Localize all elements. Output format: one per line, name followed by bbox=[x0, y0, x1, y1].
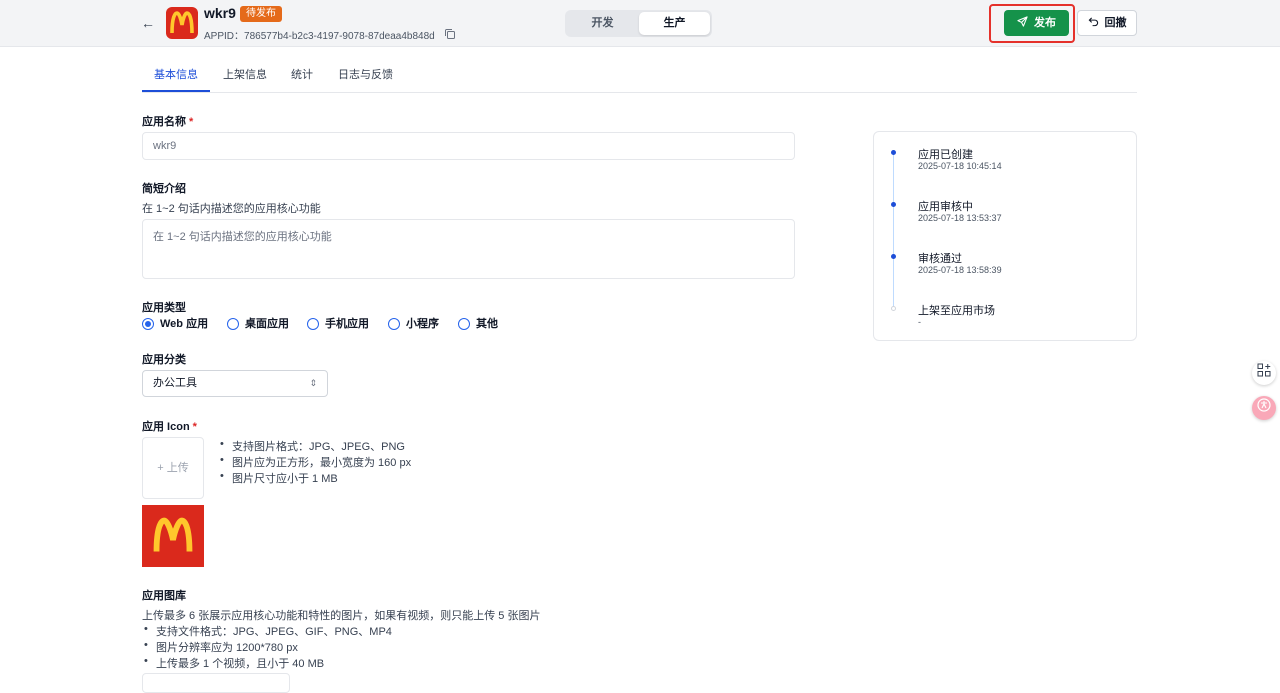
golden-arches-icon bbox=[153, 517, 193, 552]
app-name-input[interactable]: wkr9 bbox=[142, 132, 795, 160]
uploaded-icon-preview[interactable] bbox=[142, 505, 204, 567]
intro-help: 在 1~2 句话内描述您的应用核心功能 bbox=[142, 203, 321, 215]
radio-dot bbox=[458, 318, 470, 330]
undo-icon bbox=[1088, 17, 1098, 27]
timeline-dot bbox=[891, 150, 896, 155]
radio-dot bbox=[227, 318, 239, 330]
timeline-time: 2025-07-18 10:45:14 bbox=[918, 161, 1002, 171]
timeline-dot bbox=[891, 202, 896, 207]
category-select[interactable]: 办公工具 ⇕ bbox=[142, 370, 328, 397]
gallery-upload-box[interactable] bbox=[142, 673, 290, 693]
chevron-updown-icon: ⇕ bbox=[309, 378, 317, 388]
timeline-dot bbox=[891, 254, 896, 259]
icon-rule: 图片应为正方形，最小宽度为 160 px bbox=[218, 454, 411, 470]
top-header: ← wkr9 待发布 APPID：786577b4-b2c3-4197-9078… bbox=[0, 0, 1280, 47]
app-logo bbox=[166, 7, 198, 39]
tab-stats[interactable]: 统计 bbox=[291, 66, 313, 82]
radio-desktop[interactable]: 桌面应用 bbox=[227, 317, 289, 331]
gallery-rule: 上传最多 1 个视频，且小于 40 MB bbox=[142, 655, 324, 671]
icon-upload-button[interactable]: + 上传 bbox=[142, 437, 204, 499]
gallery-rule: 图片分辨率应为 1200*780 px bbox=[142, 639, 298, 655]
publish-label: 发布 bbox=[1034, 17, 1056, 29]
timeline-title: 应用审核中 bbox=[918, 201, 973, 213]
env-switch: 开发 生产 bbox=[565, 10, 712, 37]
radio-mobile[interactable]: 手机应用 bbox=[307, 317, 369, 331]
translate-icon[interactable] bbox=[1252, 396, 1276, 420]
env-tab-dev[interactable]: 开发 bbox=[567, 12, 638, 35]
timeline-time: 2025-07-18 13:58:39 bbox=[918, 265, 1002, 275]
active-tab-indicator bbox=[142, 90, 210, 92]
timeline-dot bbox=[891, 306, 896, 311]
grid-plus-icon[interactable] bbox=[1252, 361, 1276, 385]
timeline-time: - bbox=[918, 317, 921, 327]
publish-button[interactable]: 发布 bbox=[1004, 10, 1069, 36]
radio-miniprogram[interactable]: 小程序 bbox=[388, 317, 439, 331]
tab-logs-feedback[interactable]: 日志与反馈 bbox=[338, 66, 393, 82]
gallery-label: 应用图库 bbox=[142, 590, 186, 602]
section-tabs: 基本信息 上架信息 统计 日志与反馈 bbox=[142, 58, 1137, 93]
icon-rule: 图片尺寸应小于 1 MB bbox=[218, 470, 338, 486]
gallery-help: 上传最多 6 张展示应用核心功能和特性的图片，如果有视频，则只能上传 5 张图片 bbox=[142, 610, 541, 622]
timeline-title: 审核通过 bbox=[918, 253, 962, 265]
category-label: 应用分类 bbox=[142, 354, 186, 366]
radio-other[interactable]: 其他 bbox=[458, 317, 498, 331]
intro-label: 简短介绍 bbox=[142, 183, 186, 195]
radio-dot bbox=[388, 318, 400, 330]
radio-dot bbox=[307, 318, 319, 330]
golden-arches-icon bbox=[170, 11, 194, 34]
back-arrow-icon[interactable]: ← bbox=[140, 14, 156, 32]
type-label: 应用类型 bbox=[142, 302, 186, 314]
app-id: APPID：786577b4-b2c3-4197-9078-87deaa4b84… bbox=[204, 31, 435, 42]
tab-listing-info[interactable]: 上架信息 bbox=[223, 66, 267, 82]
category-value: 办公工具 bbox=[153, 377, 197, 389]
app-name-label: 应用名称 * bbox=[142, 116, 194, 128]
status-badge: 待发布 bbox=[240, 6, 282, 22]
icon-label: 应用 Icon * bbox=[142, 421, 197, 433]
rollback-button[interactable]: 回撤 bbox=[1077, 10, 1137, 36]
status-timeline: 应用已创建 2025-07-18 10:45:14 应用审核中 2025-07-… bbox=[873, 131, 1137, 341]
timeline-time: 2025-07-18 13:53:37 bbox=[918, 213, 1002, 223]
intro-textarea[interactable]: 在 1~2 句话内描述您的应用核心功能 bbox=[142, 219, 795, 279]
icon-rule: 支持图片格式：JPG、JPEG、PNG bbox=[218, 438, 405, 454]
timeline-title: 上架至应用市场 bbox=[918, 305, 995, 317]
app-name: wkr9 bbox=[204, 5, 236, 21]
timeline-line bbox=[893, 152, 894, 308]
rollback-label: 回撤 bbox=[1104, 17, 1127, 29]
radio-dot bbox=[142, 318, 154, 330]
copy-icon[interactable] bbox=[444, 27, 456, 39]
send-icon bbox=[1017, 16, 1028, 27]
radio-web[interactable]: Web 应用 bbox=[142, 317, 208, 331]
env-tab-prod[interactable]: 生产 bbox=[639, 12, 710, 35]
tab-basic-info[interactable]: 基本信息 bbox=[154, 66, 198, 82]
gallery-rule: 支持文件格式：JPG、JPEG、GIF、PNG、MP4 bbox=[142, 623, 392, 639]
timeline-title: 应用已创建 bbox=[918, 149, 973, 161]
